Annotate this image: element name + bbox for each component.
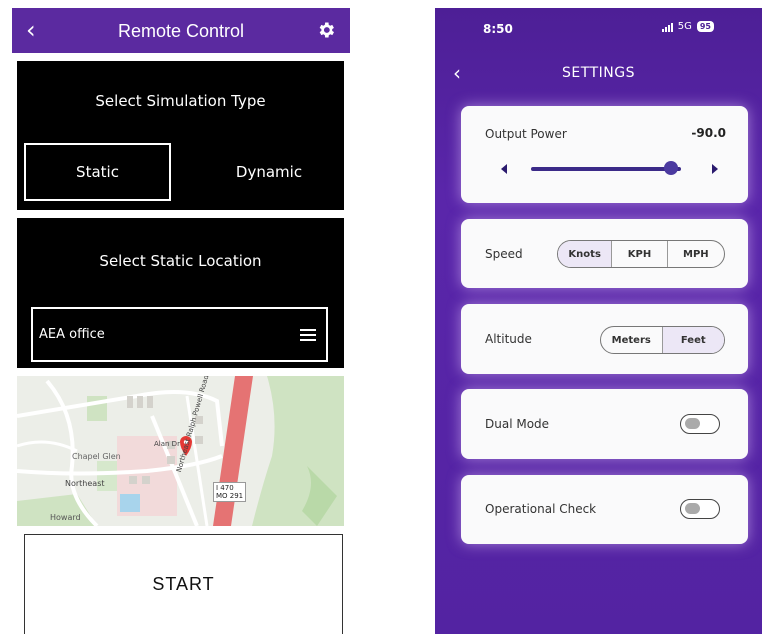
output-power-label: Output Power <box>485 127 567 141</box>
output-power-value: -90.0 <box>691 126 726 140</box>
altitude-segmented-control: Meters Feet <box>600 326 725 354</box>
location-value: AEA office <box>39 327 105 342</box>
status-indicators: 5G 95 <box>661 21 714 32</box>
simulation-type-panel: Select Simulation Type Static Dynamic <box>17 61 344 210</box>
menu-icon[interactable] <box>300 329 316 341</box>
speed-option-mph[interactable]: MPH <box>666 241 724 267</box>
map-label-chapel-glen: Chapel Glen <box>72 452 121 461</box>
altitude-option-feet[interactable]: Feet <box>661 327 724 353</box>
page-title: SETTINGS <box>562 65 635 81</box>
signal-icon <box>661 22 673 32</box>
dual-mode-toggle[interactable] <box>680 414 720 434</box>
speed-option-kph[interactable]: KPH <box>611 241 666 267</box>
increase-arrow-icon[interactable] <box>712 164 718 174</box>
altitude-option-meters[interactable]: Meters <box>601 327 662 353</box>
operational-check-toggle[interactable] <box>680 499 720 519</box>
map-label-northeast: Northeast <box>65 479 105 488</box>
speed-segmented-control: Knots KPH MPH <box>557 240 725 268</box>
static-location-title: Select Static Location <box>99 252 262 270</box>
speed-option-knots[interactable]: Knots <box>558 241 612 267</box>
remote-control-header: ‹ Remote Control <box>12 8 350 53</box>
speed-card: Speed Knots KPH MPH <box>461 219 748 288</box>
status-time: 8:50 <box>483 22 513 36</box>
gear-icon[interactable] <box>316 20 336 40</box>
dual-mode-card: Dual Mode <box>461 389 748 459</box>
static-option-button[interactable]: Static <box>24 143 171 201</box>
map-label-howard: Howard <box>50 513 81 522</box>
speed-label: Speed <box>485 247 523 261</box>
decrease-arrow-icon[interactable] <box>501 164 507 174</box>
altitude-card: Altitude Meters Feet <box>461 304 748 374</box>
location-map[interactable]: Chapel Glen Northeast Howard Alan Dr Nor… <box>17 376 344 526</box>
slider-thumb[interactable] <box>663 161 678 175</box>
output-power-card: Output Power -90.0 <box>461 106 748 203</box>
location-select[interactable]: AEA office <box>31 307 328 362</box>
settings-screen: 8:50 5G 95 ‹ SETTINGS Output Power -90.0… <box>435 8 762 634</box>
battery-icon: 95 <box>696 21 714 32</box>
simulation-type-title: Select Simulation Type <box>95 92 266 110</box>
highway-shield: I 470 MO 291 <box>213 482 247 502</box>
output-power-slider[interactable] <box>531 167 681 171</box>
highway-label-2: MO 291 <box>216 492 244 500</box>
map-label-alan-dr: Alan Dr <box>154 440 180 448</box>
dual-mode-label: Dual Mode <box>485 417 550 431</box>
start-button[interactable]: START <box>24 534 343 634</box>
highway-label-1: I 470 <box>216 484 234 492</box>
altitude-label: Altitude <box>485 332 532 346</box>
dynamic-option-button[interactable]: Dynamic <box>204 143 334 201</box>
network-type: 5G <box>677 21 692 32</box>
operational-check-card: Operational Check <box>461 475 748 544</box>
operational-check-label: Operational Check <box>485 502 597 516</box>
page-title: Remote Control <box>117 21 245 41</box>
static-location-panel: Select Static Location AEA office <box>17 218 344 368</box>
